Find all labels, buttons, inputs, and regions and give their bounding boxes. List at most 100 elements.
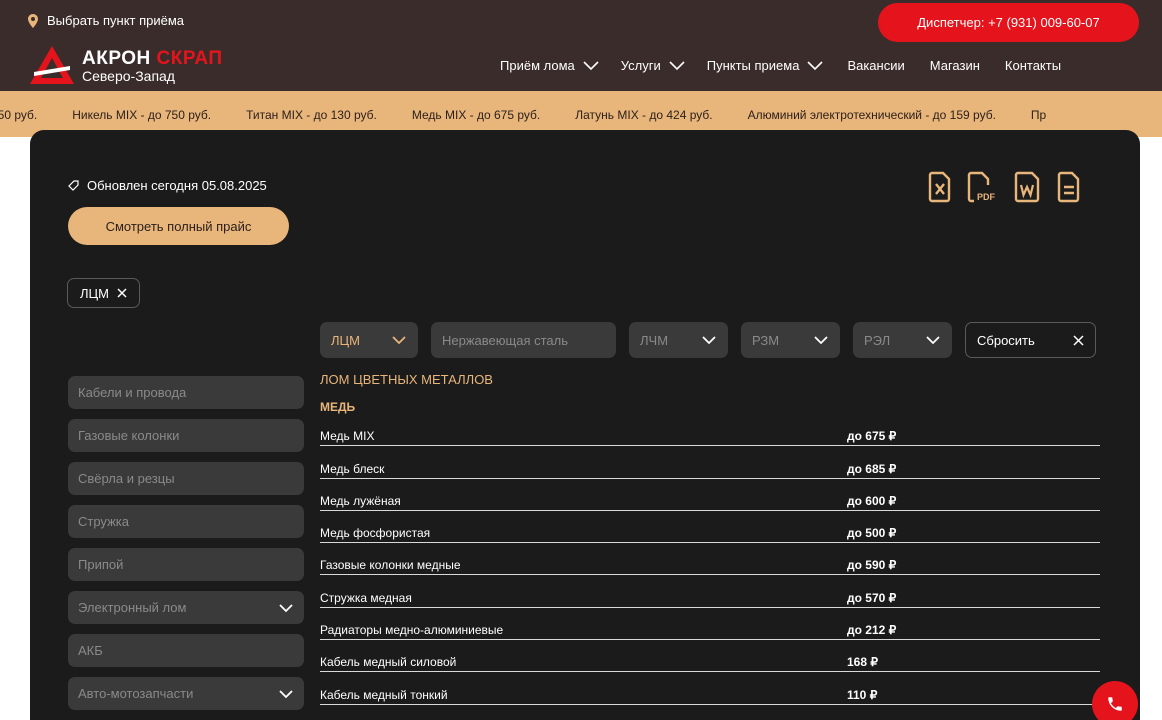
excel-icon[interactable] bbox=[928, 170, 952, 204]
item-name: Медь блеск bbox=[320, 461, 385, 476]
item-price: 110 ₽ bbox=[847, 687, 878, 702]
price-row[interactable]: Кабель медный тонкий 110 ₽ bbox=[320, 672, 1100, 705]
active-filter-chip[interactable]: ЛЦМ bbox=[67, 278, 140, 308]
item-price: до 685 ₽ bbox=[847, 461, 897, 476]
filter-rzm[interactable]: РЗМ bbox=[741, 322, 840, 358]
chevron-down-icon bbox=[583, 60, 599, 70]
sidebar-item-drills[interactable]: Свёрла и резцы bbox=[68, 462, 304, 495]
item-name: Стружка медная bbox=[320, 590, 412, 605]
price-row[interactable]: Кабель медный силовой 168 ₽ bbox=[320, 640, 1100, 673]
nav-item-shop[interactable]: Магазин bbox=[930, 58, 980, 73]
sidebar-item-batteries[interactable]: АКБ bbox=[68, 634, 304, 667]
sidebar-item-label: Авто-мотозапчасти bbox=[78, 686, 194, 701]
item-price: до 570 ₽ bbox=[847, 590, 897, 605]
price-row[interactable]: Медь лужёная до 600 ₽ bbox=[320, 479, 1100, 511]
ticker-item: Алюминий электротехнический - до 159 руб… bbox=[747, 108, 996, 122]
pdf-icon[interactable]: PDF bbox=[967, 170, 999, 204]
close-icon bbox=[1073, 334, 1084, 346]
ticker-item: Титан MIX - до 130 руб. bbox=[246, 108, 377, 122]
nav-item-services[interactable]: Услуги bbox=[621, 58, 685, 73]
phone-icon bbox=[1108, 697, 1122, 711]
item-name: Кабель медный силовой bbox=[320, 655, 457, 670]
filter-label: РЗМ bbox=[752, 332, 780, 348]
item-name: Медь лужёная bbox=[320, 493, 401, 508]
sidebar-item-gas-heaters[interactable]: Газовые колонки bbox=[68, 419, 304, 452]
nav-label: Магазин bbox=[929, 58, 980, 73]
chevron-down-icon bbox=[807, 60, 824, 70]
filter-label: Нержавеющая сталь bbox=[442, 332, 568, 348]
item-name: Медь фосфористая bbox=[320, 526, 431, 541]
item-price: до 675 ₽ bbox=[847, 429, 897, 444]
chevron-down-icon bbox=[392, 336, 406, 345]
svg-text:PDF: PDF bbox=[977, 192, 996, 202]
chevron-down-icon bbox=[702, 336, 716, 345]
item-name: Медь MIX bbox=[320, 429, 375, 444]
price-row[interactable]: Медь блеск до 685 ₽ bbox=[320, 446, 1100, 479]
nav-label: Приём лома bbox=[500, 58, 575, 73]
sidebar-item-label: Стружка bbox=[78, 514, 129, 529]
price-list: ЛОМ ЦВЕТНЫХ МЕТАЛЛОВ МЕДЬ Медь MIX до 675… bbox=[320, 372, 1100, 705]
document-icon[interactable] bbox=[1057, 170, 1081, 204]
price-row[interactable]: Радиаторы медно-алюминиевые до 212 ₽ bbox=[320, 608, 1100, 641]
site-logo[interactable]: АКРОН СКРАП Северо-Запад bbox=[30, 44, 230, 86]
ticker-item: 950 руб. bbox=[0, 108, 38, 122]
item-price: до 600 ₽ bbox=[847, 493, 897, 508]
nav-item-vacancies[interactable]: Вакансии bbox=[847, 58, 904, 73]
pickup-point-selector[interactable]: Выбрать пункт приёма bbox=[28, 13, 184, 28]
sidebar-item-label: Электронный лом bbox=[78, 600, 187, 615]
item-name: Газовые колонки медные bbox=[320, 558, 461, 573]
updated-date: Обновлен сегодня 05.08.2025 bbox=[68, 178, 267, 193]
filter-lcm[interactable]: ЛЦМ bbox=[320, 322, 418, 358]
logo-subtitle: Северо-Запад bbox=[82, 68, 175, 84]
chip-label: ЛЦМ bbox=[80, 285, 109, 301]
item-name: Кабель медный тонкий bbox=[320, 687, 448, 702]
word-icon[interactable] bbox=[1014, 170, 1042, 204]
logo-word-1: АКРОН bbox=[82, 48, 151, 69]
item-name: Радиаторы медно-алюминиевые bbox=[320, 623, 504, 638]
sidebar-item-cables[interactable]: Кабели и провода bbox=[68, 376, 304, 409]
filter-stainless-steel[interactable]: Нержавеющая сталь bbox=[431, 322, 616, 358]
sidebar-item-label: Свёрла и резцы bbox=[78, 471, 175, 486]
item-price: 168 ₽ bbox=[847, 655, 878, 670]
updated-date-label: Обновлен сегодня 05.08.2025 bbox=[87, 178, 267, 193]
nav-item-contacts[interactable]: Контакты bbox=[1005, 58, 1061, 73]
nav-label: Вакансии bbox=[847, 58, 905, 73]
item-price: до 500 ₽ bbox=[847, 526, 897, 541]
filter-label: ЛЧМ bbox=[640, 332, 669, 348]
sidebar-item-solder[interactable]: Припой bbox=[68, 548, 304, 581]
filter-rel[interactable]: РЭЛ bbox=[853, 322, 952, 358]
price-row[interactable]: Стружка медная до 570 ₽ bbox=[320, 575, 1100, 608]
item-price: до 590 ₽ bbox=[847, 558, 897, 573]
tag-icon bbox=[68, 180, 79, 191]
price-row[interactable]: Медь фосфористая до 500 ₽ bbox=[320, 511, 1100, 544]
sidebar-item-electronic-scrap[interactable]: Электронный лом bbox=[68, 591, 304, 624]
close-icon[interactable] bbox=[117, 288, 127, 298]
filter-label: РЭЛ bbox=[864, 332, 891, 348]
ticker-item: Латунь MIX - до 424 руб. bbox=[575, 108, 713, 122]
chevron-down-icon bbox=[926, 336, 940, 345]
logo-title: АКРОН СКРАП bbox=[82, 48, 222, 70]
chevron-down-icon bbox=[279, 603, 293, 612]
nav-item-pickup-points[interactable]: Пункты приема bbox=[707, 58, 824, 73]
chevron-down-icon bbox=[669, 60, 685, 70]
sidebar-item-shavings[interactable]: Стружка bbox=[68, 505, 304, 538]
category-filters: ЛЦМ Нержавеющая сталь ЛЧМ РЗМ РЭЛ Сброси… bbox=[320, 322, 1096, 358]
filter-label: ЛЦМ bbox=[331, 332, 360, 348]
reset-filters-button[interactable]: Сбросить bbox=[965, 322, 1096, 358]
nav-label: Пункты приема bbox=[706, 58, 800, 73]
subcategory-sidebar: Кабели и провода Газовые колонки Свёрла … bbox=[68, 376, 304, 720]
ticker-item: Никель MIX - до 750 руб. bbox=[72, 108, 212, 122]
sidebar-item-auto-parts[interactable]: Авто-мотозапчасти bbox=[68, 677, 304, 710]
nav-item-scrap-intake[interactable]: Приём лома bbox=[500, 58, 599, 73]
filter-lchm[interactable]: ЛЧМ bbox=[629, 322, 728, 358]
price-row[interactable]: Медь MIX до 675 ₽ bbox=[320, 414, 1100, 447]
sidebar-item-label: Кабели и провода bbox=[78, 385, 187, 400]
logo-word-2: СКРАП bbox=[156, 48, 223, 69]
call-button[interactable] bbox=[1092, 681, 1138, 720]
group-title: МЕДЬ bbox=[320, 400, 356, 414]
dispatcher-phone-button[interactable]: Диспетчер: +7 (931) 009-60-07 bbox=[878, 3, 1139, 42]
logo-icon bbox=[30, 46, 74, 84]
price-row[interactable]: Газовые колонки медные до 590 ₽ bbox=[320, 543, 1100, 576]
download-icons: PDF bbox=[928, 170, 1081, 204]
view-full-price-button[interactable]: Смотреть полный прайс bbox=[68, 207, 289, 245]
